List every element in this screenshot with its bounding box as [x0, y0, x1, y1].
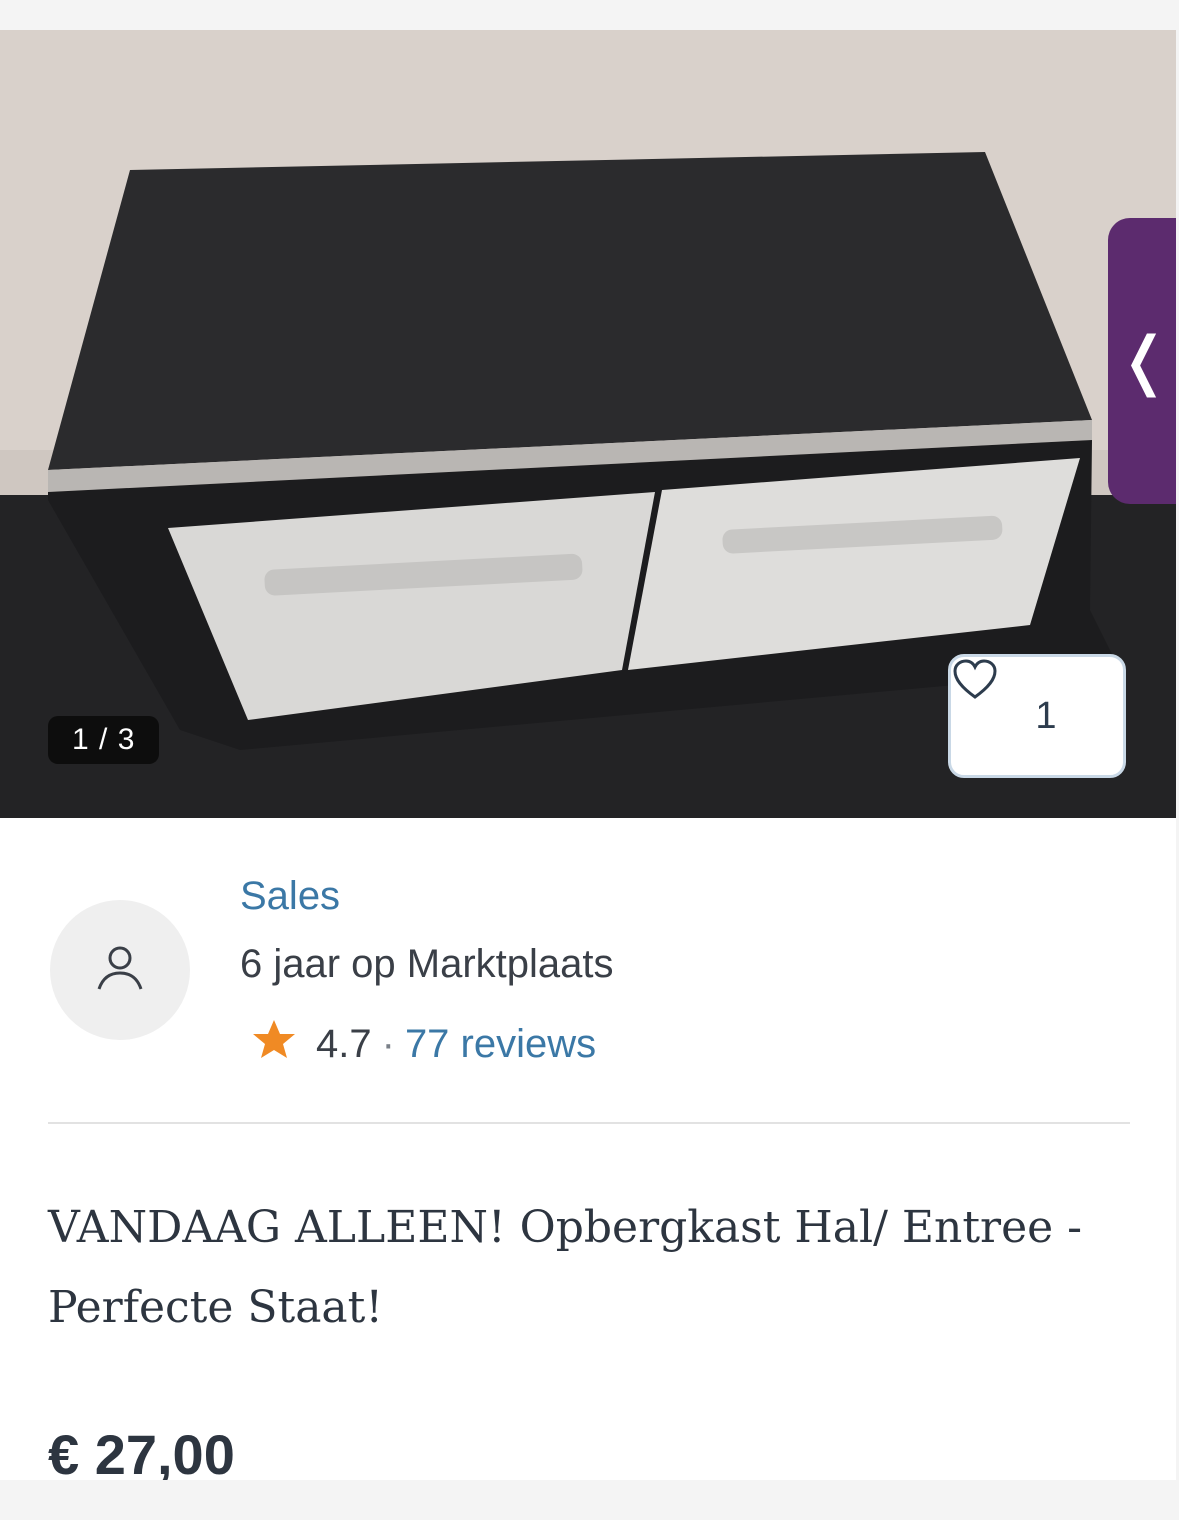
listing-price: € 27,00	[48, 1423, 235, 1480]
rating-value: 4.7	[316, 1021, 372, 1066]
listing-title: VANDAAG ALLEEN! Opbergkast Hal/ Entree -…	[48, 1202, 1083, 1333]
seller-avatar[interactable]	[50, 900, 190, 1040]
reviews-link[interactable]: 77 reviews	[405, 1022, 596, 1067]
chevron-left-icon: ❬	[1117, 324, 1171, 398]
favorite-count: 1	[1035, 694, 1057, 737]
seller-rating: 4.7 · 77 reviews	[252, 1018, 596, 1070]
star-icon	[252, 1018, 296, 1070]
favorite-button[interactable]: 1	[948, 654, 1126, 778]
user-icon	[93, 941, 147, 1000]
photo-counter: 1 / 3	[48, 716, 160, 764]
divider	[48, 1122, 1130, 1124]
seller-member-since: 6 jaar op Marktplaats	[240, 942, 614, 986]
rating-separator: ·	[381, 1021, 395, 1066]
previous-photo-tab[interactable]: ❬	[1108, 218, 1176, 504]
listing-photo[interactable]: 1 / 3 1 ❬	[0, 30, 1176, 818]
listing-card: 1 / 3 1 ❬ Sales 6 jaar op Marktplaats 4.…	[0, 30, 1176, 1480]
seller-name-link[interactable]: Sales	[240, 874, 340, 919]
